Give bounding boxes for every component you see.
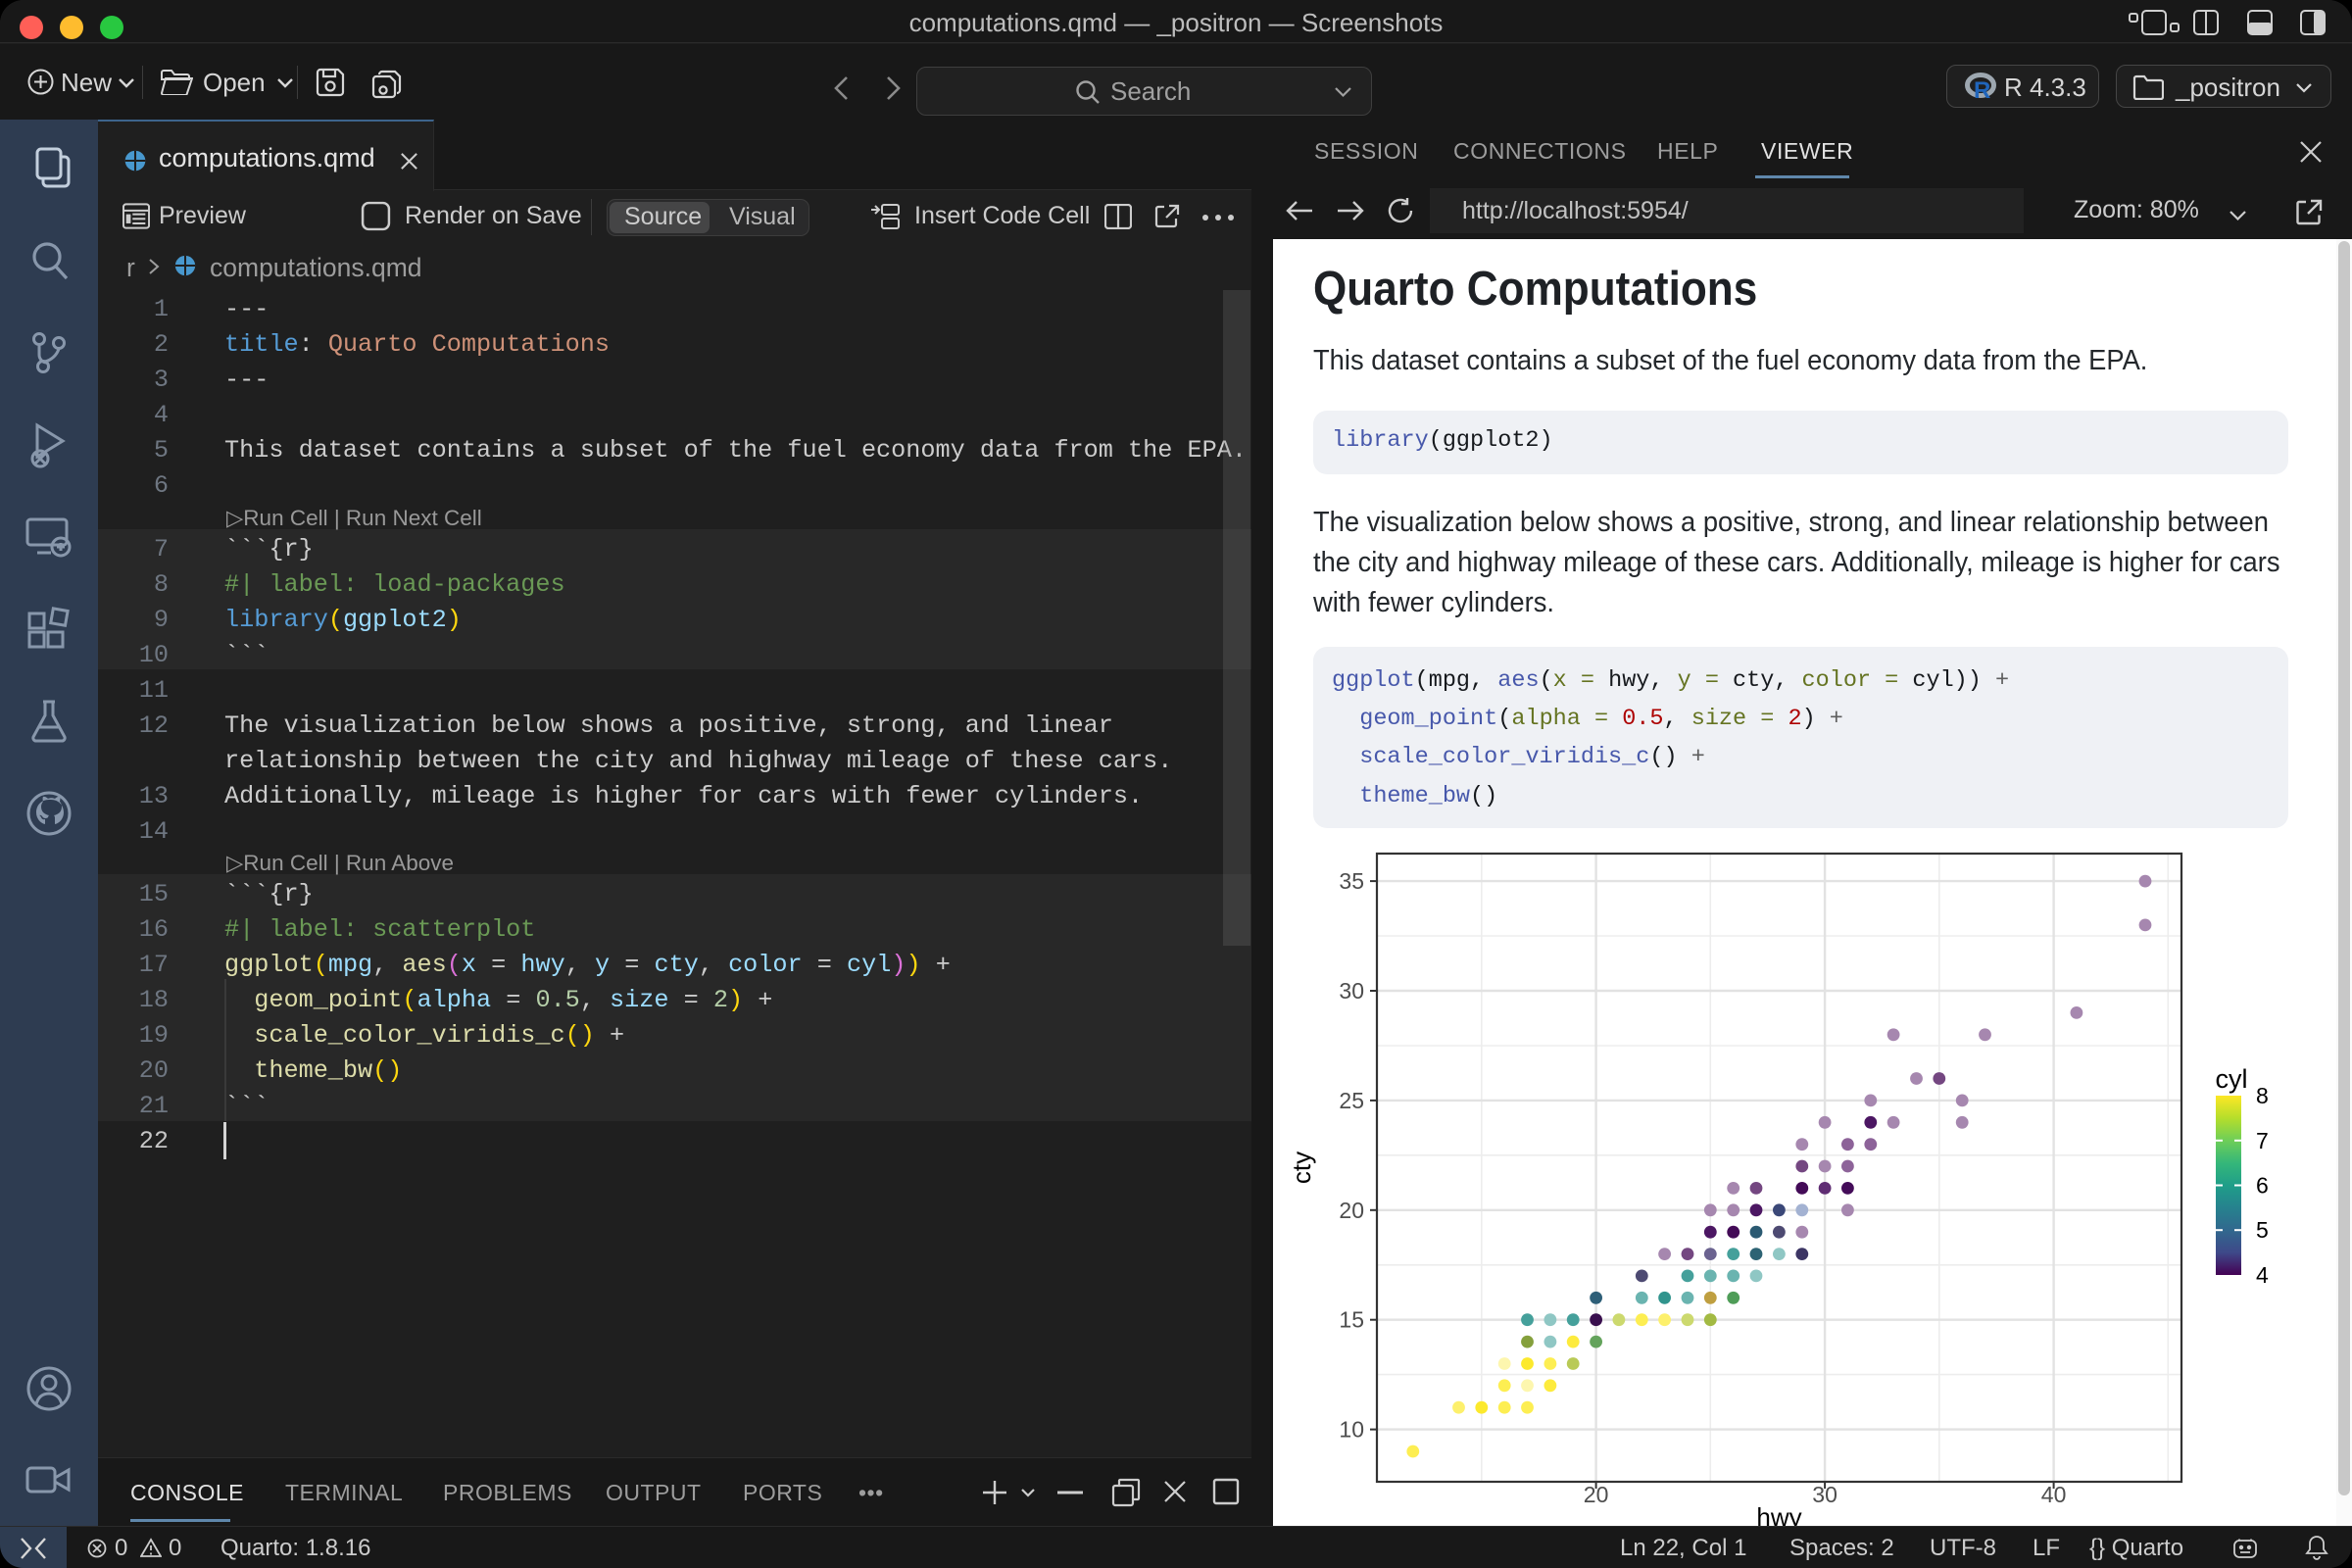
svg-text:35: 35 bbox=[1339, 868, 1364, 894]
svg-text:10: 10 bbox=[1339, 1417, 1364, 1443]
svg-text:8: 8 bbox=[2256, 1083, 2269, 1108]
svg-text:40: 40 bbox=[2041, 1482, 2067, 1507]
svg-text:cyl: cyl bbox=[2216, 1064, 2248, 1094]
svg-text:30: 30 bbox=[1812, 1482, 1838, 1507]
svg-text:20: 20 bbox=[1584, 1482, 1609, 1507]
svg-text:R: R bbox=[1974, 77, 1990, 103]
svg-text:25: 25 bbox=[1339, 1088, 1364, 1113]
svg-text:cty: cty bbox=[1294, 1152, 1316, 1184]
svg-text:15: 15 bbox=[1339, 1307, 1364, 1333]
svg-text:30: 30 bbox=[1339, 978, 1364, 1004]
svg-text:6: 6 bbox=[2256, 1173, 2269, 1199]
svg-text:4: 4 bbox=[2256, 1262, 2269, 1288]
svg-text:20: 20 bbox=[1339, 1198, 1364, 1223]
svg-text:hwy: hwy bbox=[1756, 1502, 1801, 1526]
svg-text:7: 7 bbox=[2256, 1128, 2269, 1153]
svg-text:5: 5 bbox=[2256, 1217, 2269, 1243]
